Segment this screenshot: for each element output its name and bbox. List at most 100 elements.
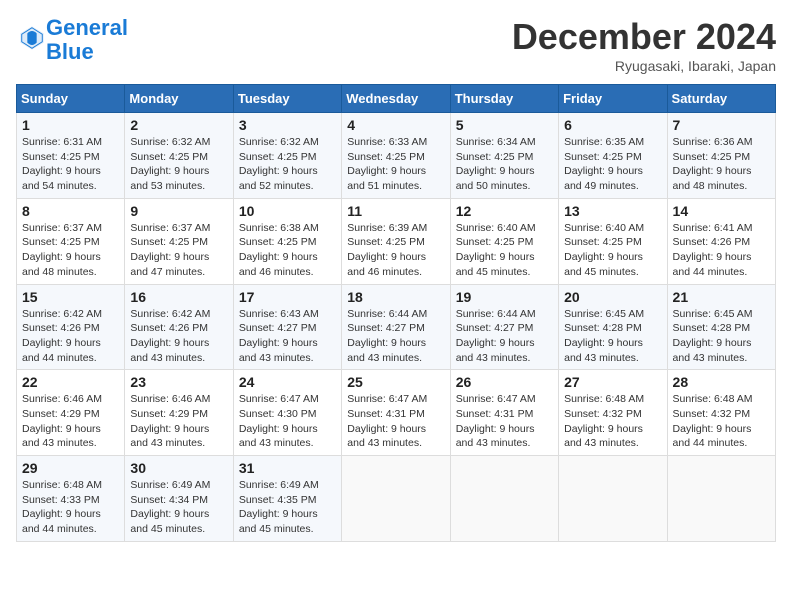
calendar-day-cell: 21 Sunrise: 6:45 AMSunset: 4:28 PMDaylig… (667, 284, 775, 370)
day-info: Sunrise: 6:46 AMSunset: 4:29 PMDaylight:… (130, 392, 227, 451)
day-info: Sunrise: 6:31 AMSunset: 4:25 PMDaylight:… (22, 135, 119, 194)
calendar-day-cell: 26 Sunrise: 6:47 AMSunset: 4:31 PMDaylig… (450, 370, 558, 456)
day-number: 18 (347, 289, 444, 305)
day-info: Sunrise: 6:34 AMSunset: 4:25 PMDaylight:… (456, 135, 553, 194)
calendar-day-cell (559, 456, 667, 542)
day-number: 6 (564, 117, 661, 133)
day-number: 5 (456, 117, 553, 133)
page-header: GeneralBlue December 2024 Ryugasaki, Iba… (16, 16, 776, 74)
title-block: December 2024 Ryugasaki, Ibaraki, Japan (512, 16, 776, 74)
calendar-day-cell: 4 Sunrise: 6:33 AMSunset: 4:25 PMDayligh… (342, 113, 450, 199)
calendar-day-cell: 10 Sunrise: 6:38 AMSunset: 4:25 PMDaylig… (233, 198, 341, 284)
calendar-day-cell: 8 Sunrise: 6:37 AMSunset: 4:25 PMDayligh… (17, 198, 125, 284)
calendar-day-cell: 3 Sunrise: 6:32 AMSunset: 4:25 PMDayligh… (233, 113, 341, 199)
calendar-day-cell: 24 Sunrise: 6:47 AMSunset: 4:30 PMDaylig… (233, 370, 341, 456)
day-number: 10 (239, 203, 336, 219)
calendar-week-row: 8 Sunrise: 6:37 AMSunset: 4:25 PMDayligh… (17, 198, 776, 284)
day-number: 17 (239, 289, 336, 305)
logo: GeneralBlue (16, 16, 128, 64)
day-info: Sunrise: 6:43 AMSunset: 4:27 PMDaylight:… (239, 307, 336, 366)
day-number: 15 (22, 289, 119, 305)
calendar-day-cell: 2 Sunrise: 6:32 AMSunset: 4:25 PMDayligh… (125, 113, 233, 199)
day-number: 26 (456, 374, 553, 390)
header-row: SundayMondayTuesdayWednesdayThursdayFrid… (17, 85, 776, 113)
day-number: 28 (673, 374, 770, 390)
calendar-day-cell: 17 Sunrise: 6:43 AMSunset: 4:27 PMDaylig… (233, 284, 341, 370)
month-title: December 2024 (512, 16, 776, 58)
calendar-day-cell: 25 Sunrise: 6:47 AMSunset: 4:31 PMDaylig… (342, 370, 450, 456)
day-info: Sunrise: 6:37 AMSunset: 4:25 PMDaylight:… (130, 221, 227, 280)
day-number: 27 (564, 374, 661, 390)
weekday-header: Monday (125, 85, 233, 113)
calendar-week-row: 15 Sunrise: 6:42 AMSunset: 4:26 PMDaylig… (17, 284, 776, 370)
day-info: Sunrise: 6:48 AMSunset: 4:32 PMDaylight:… (673, 392, 770, 451)
day-info: Sunrise: 6:36 AMSunset: 4:25 PMDaylight:… (673, 135, 770, 194)
day-number: 30 (130, 460, 227, 476)
day-info: Sunrise: 6:42 AMSunset: 4:26 PMDaylight:… (130, 307, 227, 366)
day-info: Sunrise: 6:38 AMSunset: 4:25 PMDaylight:… (239, 221, 336, 280)
day-info: Sunrise: 6:47 AMSunset: 4:31 PMDaylight:… (456, 392, 553, 451)
day-number: 4 (347, 117, 444, 133)
calendar-table: SundayMondayTuesdayWednesdayThursdayFrid… (16, 84, 776, 542)
day-info: Sunrise: 6:37 AMSunset: 4:25 PMDaylight:… (22, 221, 119, 280)
weekday-header: Tuesday (233, 85, 341, 113)
logo-icon (18, 24, 46, 52)
day-info: Sunrise: 6:40 AMSunset: 4:25 PMDaylight:… (564, 221, 661, 280)
calendar-day-cell: 12 Sunrise: 6:40 AMSunset: 4:25 PMDaylig… (450, 198, 558, 284)
calendar-day-cell: 22 Sunrise: 6:46 AMSunset: 4:29 PMDaylig… (17, 370, 125, 456)
day-info: Sunrise: 6:44 AMSunset: 4:27 PMDaylight:… (456, 307, 553, 366)
day-number: 2 (130, 117, 227, 133)
calendar-day-cell (450, 456, 558, 542)
location: Ryugasaki, Ibaraki, Japan (512, 58, 776, 74)
logo-text: GeneralBlue (46, 16, 128, 64)
calendar-day-cell: 20 Sunrise: 6:45 AMSunset: 4:28 PMDaylig… (559, 284, 667, 370)
day-info: Sunrise: 6:48 AMSunset: 4:32 PMDaylight:… (564, 392, 661, 451)
calendar-week-row: 22 Sunrise: 6:46 AMSunset: 4:29 PMDaylig… (17, 370, 776, 456)
day-info: Sunrise: 6:45 AMSunset: 4:28 PMDaylight:… (564, 307, 661, 366)
day-number: 8 (22, 203, 119, 219)
calendar-day-cell: 14 Sunrise: 6:41 AMSunset: 4:26 PMDaylig… (667, 198, 775, 284)
day-number: 11 (347, 203, 444, 219)
calendar-day-cell: 29 Sunrise: 6:48 AMSunset: 4:33 PMDaylig… (17, 456, 125, 542)
calendar-day-cell (667, 456, 775, 542)
day-number: 29 (22, 460, 119, 476)
weekday-header: Wednesday (342, 85, 450, 113)
day-info: Sunrise: 6:47 AMSunset: 4:30 PMDaylight:… (239, 392, 336, 451)
calendar-day-cell: 6 Sunrise: 6:35 AMSunset: 4:25 PMDayligh… (559, 113, 667, 199)
day-info: Sunrise: 6:40 AMSunset: 4:25 PMDaylight:… (456, 221, 553, 280)
calendar-day-cell: 5 Sunrise: 6:34 AMSunset: 4:25 PMDayligh… (450, 113, 558, 199)
day-info: Sunrise: 6:44 AMSunset: 4:27 PMDaylight:… (347, 307, 444, 366)
day-number: 1 (22, 117, 119, 133)
calendar-day-cell: 7 Sunrise: 6:36 AMSunset: 4:25 PMDayligh… (667, 113, 775, 199)
calendar-day-cell: 31 Sunrise: 6:49 AMSunset: 4:35 PMDaylig… (233, 456, 341, 542)
day-number: 22 (22, 374, 119, 390)
day-number: 21 (673, 289, 770, 305)
weekday-header: Saturday (667, 85, 775, 113)
day-info: Sunrise: 6:48 AMSunset: 4:33 PMDaylight:… (22, 478, 119, 537)
calendar-day-cell: 18 Sunrise: 6:44 AMSunset: 4:27 PMDaylig… (342, 284, 450, 370)
day-info: Sunrise: 6:32 AMSunset: 4:25 PMDaylight:… (130, 135, 227, 194)
calendar-week-row: 29 Sunrise: 6:48 AMSunset: 4:33 PMDaylig… (17, 456, 776, 542)
day-info: Sunrise: 6:41 AMSunset: 4:26 PMDaylight:… (673, 221, 770, 280)
day-info: Sunrise: 6:33 AMSunset: 4:25 PMDaylight:… (347, 135, 444, 194)
calendar-day-cell: 11 Sunrise: 6:39 AMSunset: 4:25 PMDaylig… (342, 198, 450, 284)
day-number: 16 (130, 289, 227, 305)
weekday-header: Thursday (450, 85, 558, 113)
day-number: 20 (564, 289, 661, 305)
day-number: 12 (456, 203, 553, 219)
calendar-day-cell: 13 Sunrise: 6:40 AMSunset: 4:25 PMDaylig… (559, 198, 667, 284)
day-number: 3 (239, 117, 336, 133)
day-number: 19 (456, 289, 553, 305)
calendar-header: SundayMondayTuesdayWednesdayThursdayFrid… (17, 85, 776, 113)
calendar-day-cell: 30 Sunrise: 6:49 AMSunset: 4:34 PMDaylig… (125, 456, 233, 542)
day-info: Sunrise: 6:32 AMSunset: 4:25 PMDaylight:… (239, 135, 336, 194)
day-number: 7 (673, 117, 770, 133)
weekday-header: Friday (559, 85, 667, 113)
day-number: 24 (239, 374, 336, 390)
calendar-body: 1 Sunrise: 6:31 AMSunset: 4:25 PMDayligh… (17, 113, 776, 542)
weekday-header: Sunday (17, 85, 125, 113)
calendar-week-row: 1 Sunrise: 6:31 AMSunset: 4:25 PMDayligh… (17, 113, 776, 199)
day-info: Sunrise: 6:45 AMSunset: 4:28 PMDaylight:… (673, 307, 770, 366)
day-info: Sunrise: 6:49 AMSunset: 4:34 PMDaylight:… (130, 478, 227, 537)
calendar-day-cell: 23 Sunrise: 6:46 AMSunset: 4:29 PMDaylig… (125, 370, 233, 456)
